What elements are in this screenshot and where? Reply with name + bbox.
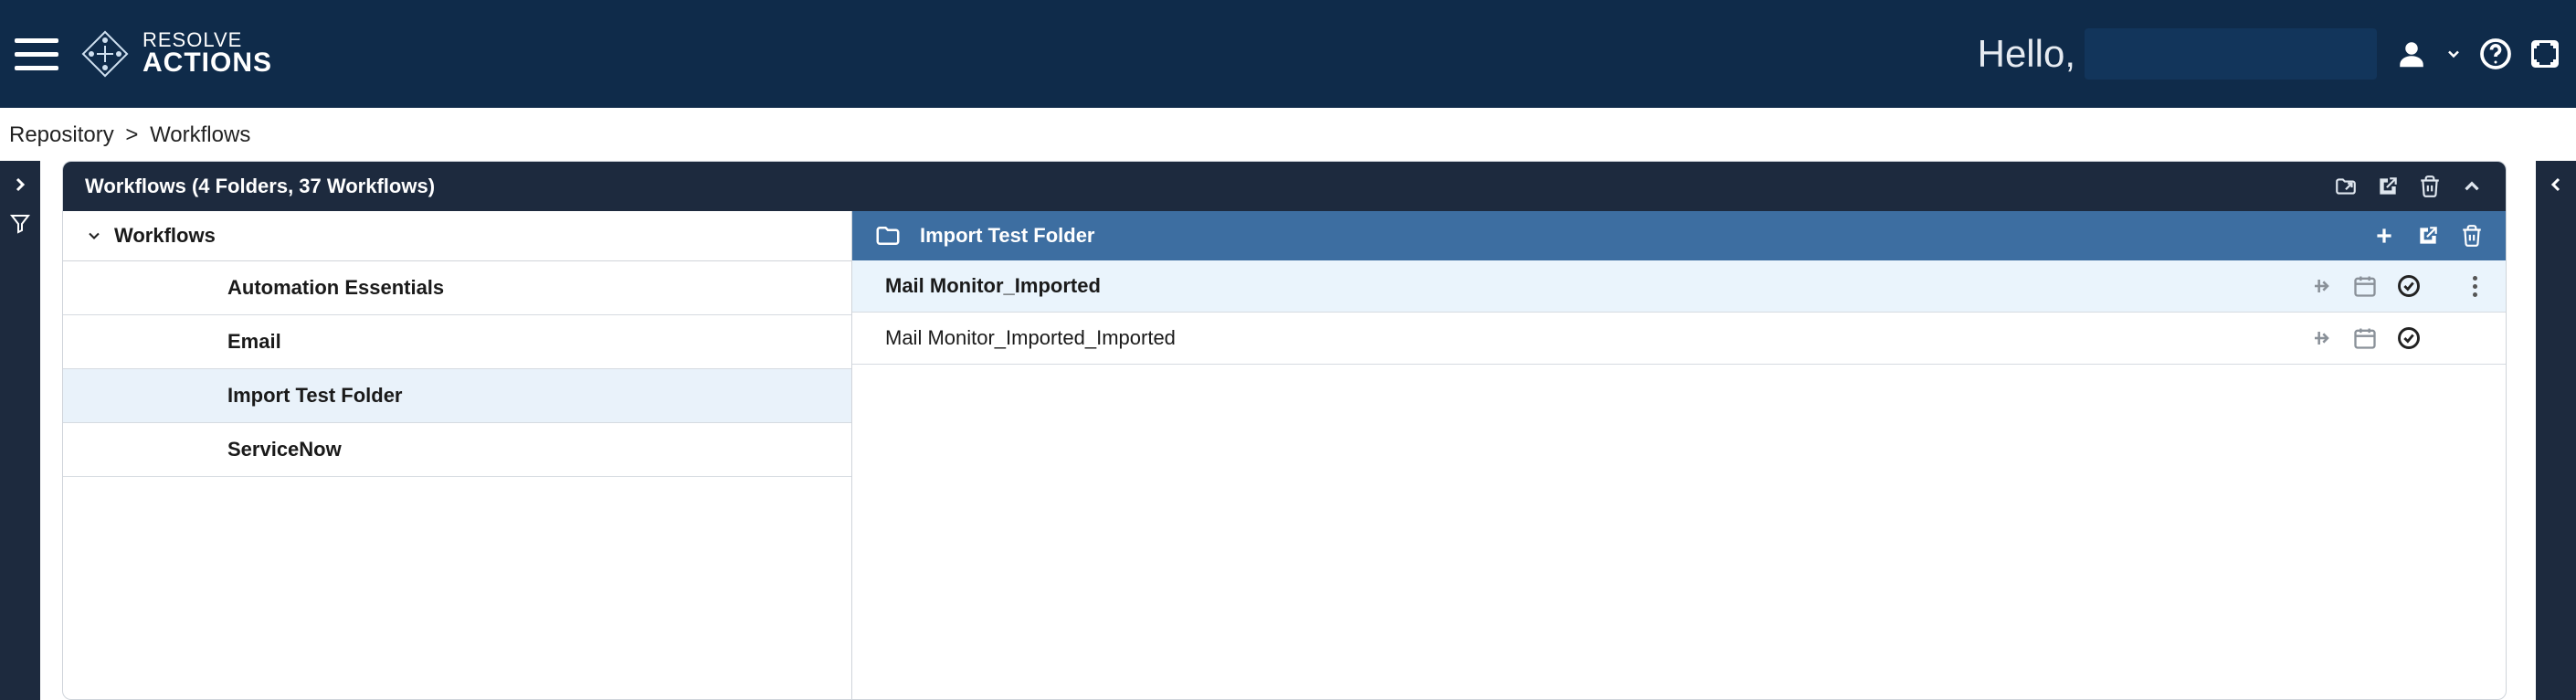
- folder-name: Import Test Folder: [920, 224, 1095, 248]
- chevron-down-icon: [85, 227, 103, 245]
- tree-item-import-test-folder[interactable]: Import Test Folder: [63, 369, 851, 423]
- fullscreen-icon[interactable]: [2528, 37, 2561, 70]
- panel-title: Workflows (4 Folders, 37 Workflows): [85, 175, 435, 198]
- kebab-menu-button[interactable]: [2465, 276, 2484, 297]
- workflows-panel: Workflows (4 Folders, 37 Workflows): [62, 161, 2507, 700]
- check-circle-icon[interactable]: [2396, 273, 2422, 299]
- workflow-name: Mail Monitor_Imported: [885, 274, 1101, 298]
- calendar-icon[interactable]: [2352, 273, 2378, 299]
- breadcrumb-root[interactable]: Repository: [9, 122, 114, 147]
- folder-tree: Workflows Automation Essentials Email Im…: [63, 211, 852, 699]
- hamburger-menu-button[interactable]: [15, 32, 58, 76]
- tree-item-label: Email: [227, 330, 281, 353]
- plus-icon[interactable]: [2372, 224, 2396, 248]
- tree-root[interactable]: Workflows: [63, 211, 851, 261]
- right-rail: [2536, 161, 2576, 700]
- open-external-icon[interactable]: [2416, 224, 2440, 248]
- trash-icon[interactable]: [2460, 224, 2484, 248]
- breadcrumb-separator: >: [125, 122, 138, 147]
- content-area: Import Test Folder: [852, 211, 2506, 699]
- trash-icon[interactable]: [2418, 175, 2442, 198]
- chevron-up-icon[interactable]: [2460, 175, 2484, 198]
- help-icon[interactable]: [2479, 37, 2512, 70]
- left-rail: [0, 161, 40, 700]
- export-icon[interactable]: [2376, 175, 2400, 198]
- tree-root-label: Workflows: [114, 224, 216, 248]
- workflow-row[interactable]: Mail Monitor_Imported_Imported: [852, 313, 2506, 365]
- brand-icon: [80, 29, 130, 79]
- greeting-text: Hello,: [1978, 32, 2075, 76]
- calendar-icon[interactable]: [2352, 325, 2378, 351]
- chevron-down-icon[interactable]: [2444, 37, 2463, 70]
- expand-rail-icon[interactable]: [9, 174, 31, 196]
- breadcrumb-current: Workflows: [150, 122, 250, 147]
- user-menu-button[interactable]: [2395, 37, 2428, 70]
- breadcrumb: Repository > Workflows: [0, 108, 2576, 157]
- user-name-box[interactable]: [2085, 28, 2377, 80]
- workflow-row[interactable]: Mail Monitor_Imported: [852, 260, 2506, 313]
- tree-item-automation-essentials[interactable]: Automation Essentials: [63, 261, 851, 315]
- enter-icon[interactable]: [2308, 273, 2334, 299]
- tree-item-servicenow[interactable]: ServiceNow: [63, 423, 851, 477]
- tree-item-label: Automation Essentials: [227, 276, 444, 299]
- folder-icon: [874, 222, 902, 249]
- tree-item-label: ServiceNow: [227, 438, 342, 461]
- brand-line2: ACTIONS: [143, 50, 272, 77]
- brand-logo[interactable]: RESOLVE ACTIONS: [80, 29, 272, 79]
- folder-header-bar: Import Test Folder: [852, 211, 2506, 260]
- top-bar: RESOLVE ACTIONS Hello,: [0, 0, 2576, 108]
- import-icon[interactable]: [2334, 175, 2358, 198]
- panel-header: Workflows (4 Folders, 37 Workflows): [63, 162, 2506, 211]
- tree-item-email[interactable]: Email: [63, 315, 851, 369]
- tree-item-label: Import Test Folder: [227, 384, 403, 407]
- filter-icon[interactable]: [9, 212, 31, 234]
- brand-text: RESOLVE ACTIONS: [143, 31, 272, 76]
- enter-icon[interactable]: [2308, 325, 2334, 351]
- workflow-name: Mail Monitor_Imported_Imported: [885, 326, 1176, 350]
- check-circle-icon[interactable]: [2396, 325, 2422, 351]
- collapse-rail-icon[interactable]: [2545, 174, 2567, 196]
